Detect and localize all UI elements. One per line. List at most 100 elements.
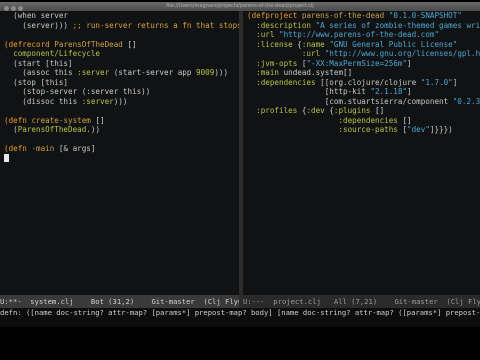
code-line[interactable]: (defn -main [& args] (4, 144, 239, 154)
code-token: ))) (113, 96, 128, 106)
code-token: "dev" (407, 125, 430, 134)
text-cursor (4, 153, 9, 162)
code-token: "1.7.0" (420, 77, 453, 87)
code-token: (defn (4, 115, 32, 125)
code-line[interactable]: (start [this] (4, 59, 239, 69)
code-token: "A series of zombie-themed games written… (315, 20, 480, 30)
code-token: (defproject (247, 11, 302, 20)
code-token: (stop-server (:server this)) (4, 87, 151, 96)
code-line[interactable]: :url "http://www.parens-of-the-dead.com" (247, 30, 480, 40)
code-token: (when server (4, 11, 69, 20)
code-line[interactable]: (defproject parens-of-the-dead "0.1.0-SN… (247, 11, 480, 21)
code-line[interactable]: (stop [this] (4, 78, 239, 88)
code-token: (stop [this] (4, 77, 69, 87)
code-line[interactable]: :main undead.system[] (247, 68, 480, 78)
code-token: :url (247, 30, 280, 39)
empty-vector-token: [] (402, 115, 412, 125)
code-token: :name (301, 39, 330, 49)
code-token: :profiles (247, 106, 302, 115)
code-token: [http-kit (247, 87, 371, 96)
code-token: -main (31, 144, 59, 153)
code-line[interactable]: :dependencies [[org.clojure/clojure "1.7… (247, 78, 480, 88)
code-line[interactable]: (server))) ;; run-server returns a fn th… (4, 21, 239, 31)
code-line[interactable]: (stop-server (:server this)) (4, 87, 239, 97)
code-line[interactable]: (dissoc this :server))) (4, 97, 239, 107)
code-token: parens-of-the-dead (301, 11, 389, 20)
code-token: "-XX:MaxPermSize=256m" (306, 58, 408, 68)
code-token: "http://www.gnu.org/licenses/gpl.html" (324, 49, 480, 58)
code-token: :jvm-opts (247, 58, 302, 68)
code-line[interactable] (4, 30, 239, 40)
code-line[interactable]: (defn create-system [] (4, 116, 239, 126)
code-token: :license (247, 39, 298, 49)
code-line[interactable]: :profiles {:dev {:plugins [] (247, 106, 480, 116)
code-token: ( (4, 125, 18, 134)
code-token: :main (247, 68, 284, 77)
code-token: (defn (4, 144, 32, 153)
code-token: ] (407, 87, 412, 96)
code-token: create-system (31, 115, 96, 125)
right-mode-line[interactable]: U:--- project.clj All (7,21) Git-master … (243, 295, 480, 308)
code-line[interactable]: :dependencies [] (247, 116, 480, 126)
code-token: :plugins (333, 106, 376, 115)
code-line[interactable]: :jvm-opts ["-XX:MaxPermSize=256m"] (247, 59, 480, 69)
left-mode-line[interactable]: U:**- system.clj Bot (31,2) Git-master (… (0, 295, 239, 308)
code-line[interactable]: (defrecord ParensOfTheDead [] (4, 40, 239, 50)
code-line[interactable] (4, 106, 239, 116)
code-token: (start-server app (113, 68, 197, 77)
code-token: :server (77, 68, 114, 77)
code-token: [& args] (58, 144, 96, 153)
code-token: )) (90, 125, 101, 134)
code-line[interactable]: [http-kit "2.1.18"] (247, 87, 480, 97)
code-token: "0.1.0-SNAPSHOT" (388, 11, 462, 20)
code-token: :server (81, 96, 114, 106)
empty-vector-token: [] (95, 115, 105, 125)
code-line[interactable]: :source-paths ["dev"]}}}) (247, 125, 480, 135)
code-token: :source-paths (247, 125, 403, 134)
code-line[interactable]: [com.stuartsierra/component "0.2.3"]] (247, 97, 480, 107)
code-line[interactable]: (when server (4, 11, 239, 21)
code-token: ParensOfTheDead (54, 39, 128, 49)
code-token: ] (407, 58, 412, 68)
code-token: ))) (214, 68, 229, 77)
code-token: ParensOfTheDead. (17, 125, 91, 134)
code-line[interactable]: component/Lifecycle (4, 49, 239, 59)
empty-vector-token: [] (375, 106, 385, 115)
emacs-frame: (when server (server))) ;; run-server re… (0, 11, 480, 327)
echo-area: defn: ([name doc-string? attr-map? [para… (0, 308, 480, 327)
code-token: :dependencies (247, 115, 403, 125)
code-line[interactable]: :description "A series of zombie-themed … (247, 21, 480, 31)
code-token: :dependencies (247, 77, 321, 87)
code-token: (start [this] (4, 58, 73, 68)
code-token: [[org.clojure/clojure (320, 77, 421, 87)
window-title: file://Users/magnars/projects/parens-of-… (166, 3, 314, 9)
code-token: "GNU General Public License" (329, 39, 458, 49)
empty-vector-token: [] (127, 39, 137, 49)
code-token: (defrecord (4, 39, 55, 49)
code-line[interactable] (4, 153, 239, 164)
code-token: undead.system (283, 68, 344, 77)
code-token: ]}}}) (429, 125, 453, 134)
code-token: 9009 (196, 68, 215, 77)
code-token: "http://www.parens-of-the-dead.com" (279, 30, 440, 39)
code-token: component/Lifecycle (4, 49, 101, 58)
right-editor-pane[interactable]: (defproject parens-of-the-dead "0.1.0-SN… (243, 11, 480, 295)
code-token: (dissoc this (4, 96, 82, 106)
code-token: :dev (306, 106, 330, 115)
code-token: (assoc this (4, 68, 78, 77)
empty-vector-token: [] (343, 68, 353, 77)
code-token: ] (452, 77, 458, 87)
code-line[interactable]: (ParensOfTheDead.)) (4, 125, 239, 135)
code-token: :description (247, 20, 316, 30)
code-line[interactable]: (assoc this :server (start-server app 90… (4, 68, 239, 78)
left-code-buffer[interactable]: (when server (server))) ;; run-server re… (0, 11, 239, 163)
right-code-buffer[interactable]: (defproject parens-of-the-dead "0.1.0-SN… (243, 11, 480, 135)
code-line[interactable]: :url "http://www.gnu.org/licenses/gpl.ht… (247, 49, 480, 59)
code-token: :url (247, 49, 325, 58)
code-token: "0.2.3" (452, 96, 480, 106)
code-line[interactable] (4, 135, 239, 145)
code-token: (server))) (4, 20, 73, 30)
code-line[interactable]: :license {:name "GNU General Public Lice… (247, 40, 480, 50)
code-token: ;; run-server returns a fn that stops it… (72, 20, 239, 30)
left-editor-pane[interactable]: (when server (server))) ;; run-server re… (0, 11, 239, 295)
